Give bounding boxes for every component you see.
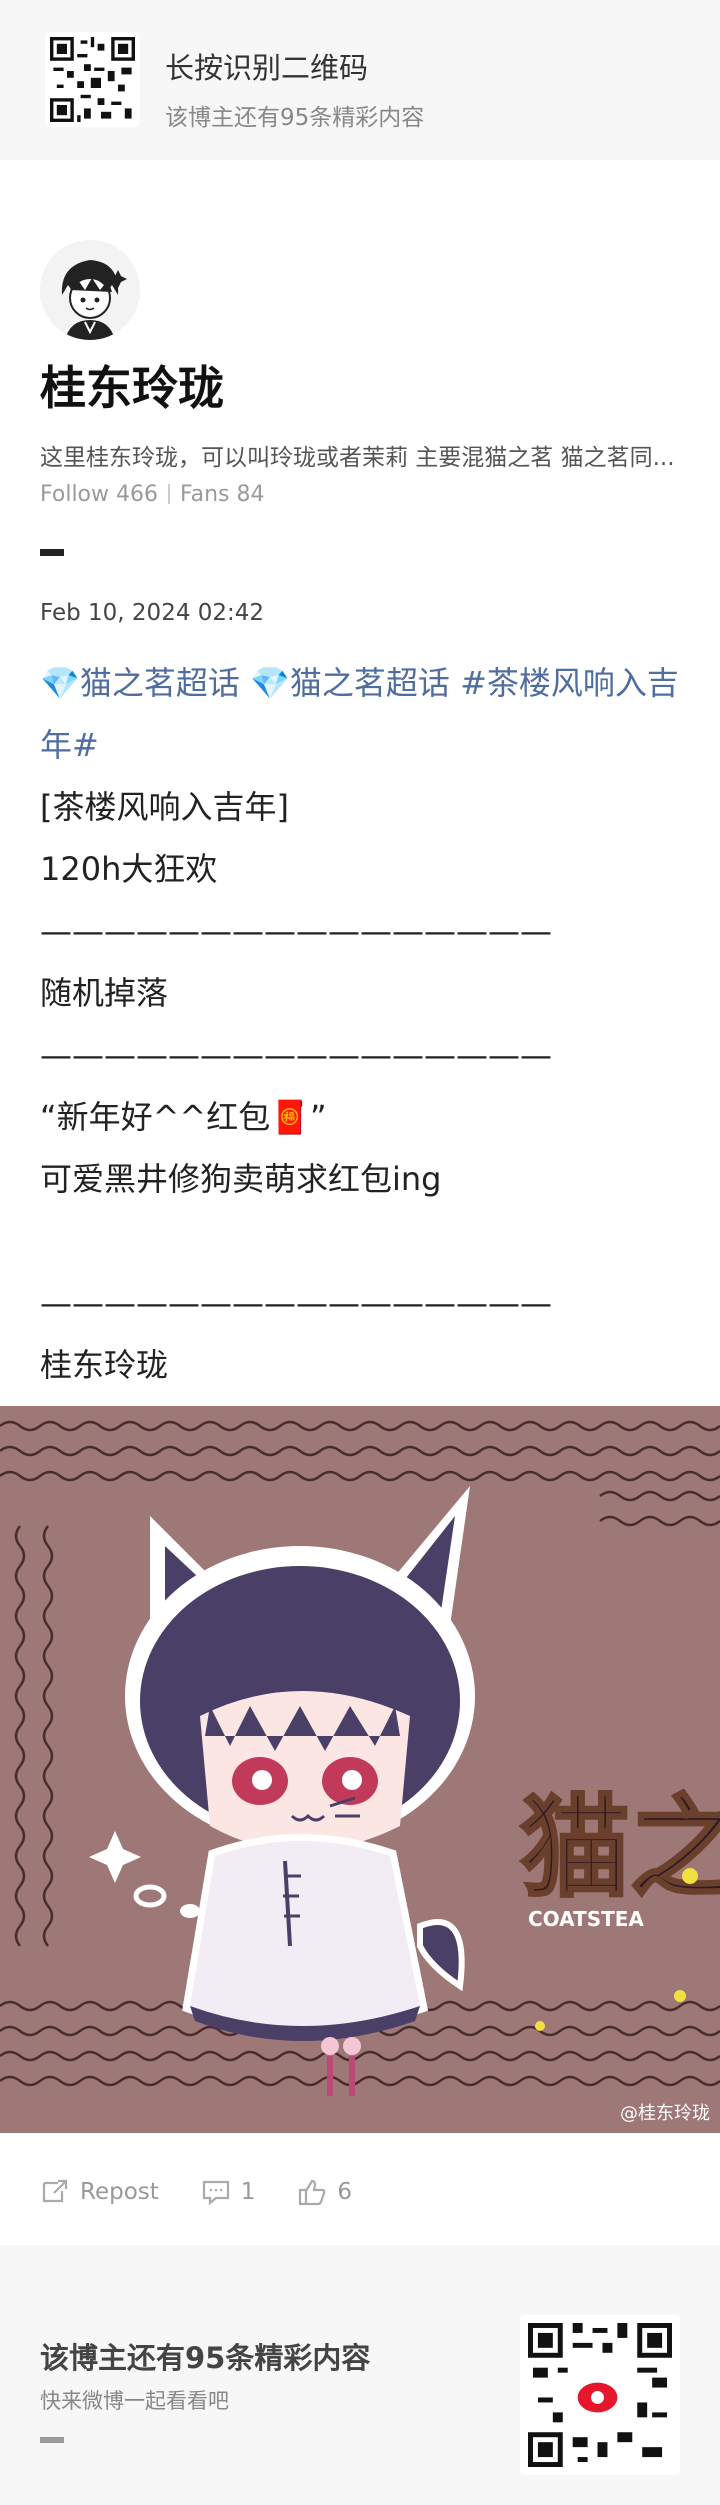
post-tags-line: 💎猫之茗超话 💎猫之茗超话 #茶楼风响入吉: [40, 652, 680, 714]
qr-banner-subtitle: 该博主还有95条精彩内容: [165, 105, 425, 131]
footer-divider: [40, 2437, 64, 2443]
section-divider: [40, 549, 64, 556]
svg-text:COATSTEA: COATSTEA: [528, 1907, 644, 1931]
diamond-icon: 💎: [250, 664, 290, 702]
profile-stats: Follow 466 Fans 84: [40, 482, 265, 507]
avatar[interactable]: [40, 240, 140, 340]
qr-code-small[interactable]: [45, 32, 140, 127]
post-content: 💎猫之茗超话 💎猫之茗超话 #茶楼风响入吉 年# [茶楼风响入吉年] 120h大…: [40, 652, 680, 1396]
post-line: ————————————————: [40, 1036, 552, 1074]
post-line: 桂东玲珑: [40, 1346, 169, 1384]
diamond-icon: 💎: [40, 664, 80, 702]
post-line: “新年好^^红包🧧”: [40, 1098, 327, 1136]
qr-code-large[interactable]: [520, 2315, 680, 2475]
post-line: 随机掉落: [40, 974, 169, 1012]
post-line: 120h大狂欢: [40, 850, 218, 888]
profile-name: 桂东玲珑: [40, 361, 224, 415]
like-button[interactable]: 6: [297, 2177, 352, 2207]
thumbs-up-icon: [299, 2179, 326, 2206]
weibo-qr-icon: [528, 2323, 672, 2467]
footer-subtitle: 快来微博一起看看吧: [40, 2389, 229, 2413]
svg-text:猫之茗: 猫之茗: [520, 1783, 720, 1912]
repost-icon: [42, 2179, 68, 2203]
qr-banner-title: 长按识别二维码: [165, 51, 369, 85]
hashtag-link-continued[interactable]: 年#: [40, 726, 99, 764]
hashtag-link[interactable]: #茶楼风响入吉: [460, 664, 679, 702]
qr-banner: 长按识别二维码 该博主还有95条精彩内容: [0, 0, 720, 160]
action-bar: Repost 1 6: [40, 2172, 680, 2212]
follow-count[interactable]: Follow 466: [40, 482, 158, 507]
comment-button[interactable]: 1: [201, 2177, 256, 2207]
footer-title: 该博主还有95条精彩内容: [40, 2341, 371, 2375]
post-line: 可爱黑井修狗卖萌求红包ing: [40, 1160, 442, 1198]
comment-icon: [202, 2180, 229, 2206]
footer-banner: 该博主还有95条精彩内容 快来微博一起看看吧: [0, 2245, 720, 2505]
post-line: [茶楼风响入吉年]: [40, 788, 289, 826]
repost-label: Repost: [80, 2179, 159, 2205]
post-date: Feb 10, 2024 02:42: [40, 600, 265, 626]
qr-code-icon: [50, 37, 135, 122]
image-watermark: @桂东玲珑: [620, 2103, 710, 2124]
super-topic-link-2[interactable]: 💎猫之茗超话: [250, 664, 450, 702]
stats-divider: [168, 484, 170, 504]
profile-bio: 这里桂东玲珑，可以叫玲珑或者茉莉 主要混猫之茗 猫之茗同...: [40, 445, 675, 471]
super-topic-link-1[interactable]: 💎猫之茗超话: [40, 664, 240, 702]
post-image-illustration: 猫之茗 COATSTEA: [0, 1406, 720, 2133]
comment-count: 1: [240, 2179, 256, 2205]
like-count: 6: [337, 2179, 353, 2205]
post-line: ————————————————: [40, 1284, 552, 1322]
fans-count[interactable]: Fans 84: [180, 482, 265, 507]
repost-button[interactable]: Repost: [40, 2177, 159, 2207]
post-line: ————————————————: [40, 912, 552, 950]
post-tags-line-2: 年#: [40, 714, 680, 776]
post-image[interactable]: 猫之茗 COATSTEA @桂东玲珑: [0, 1406, 720, 2133]
